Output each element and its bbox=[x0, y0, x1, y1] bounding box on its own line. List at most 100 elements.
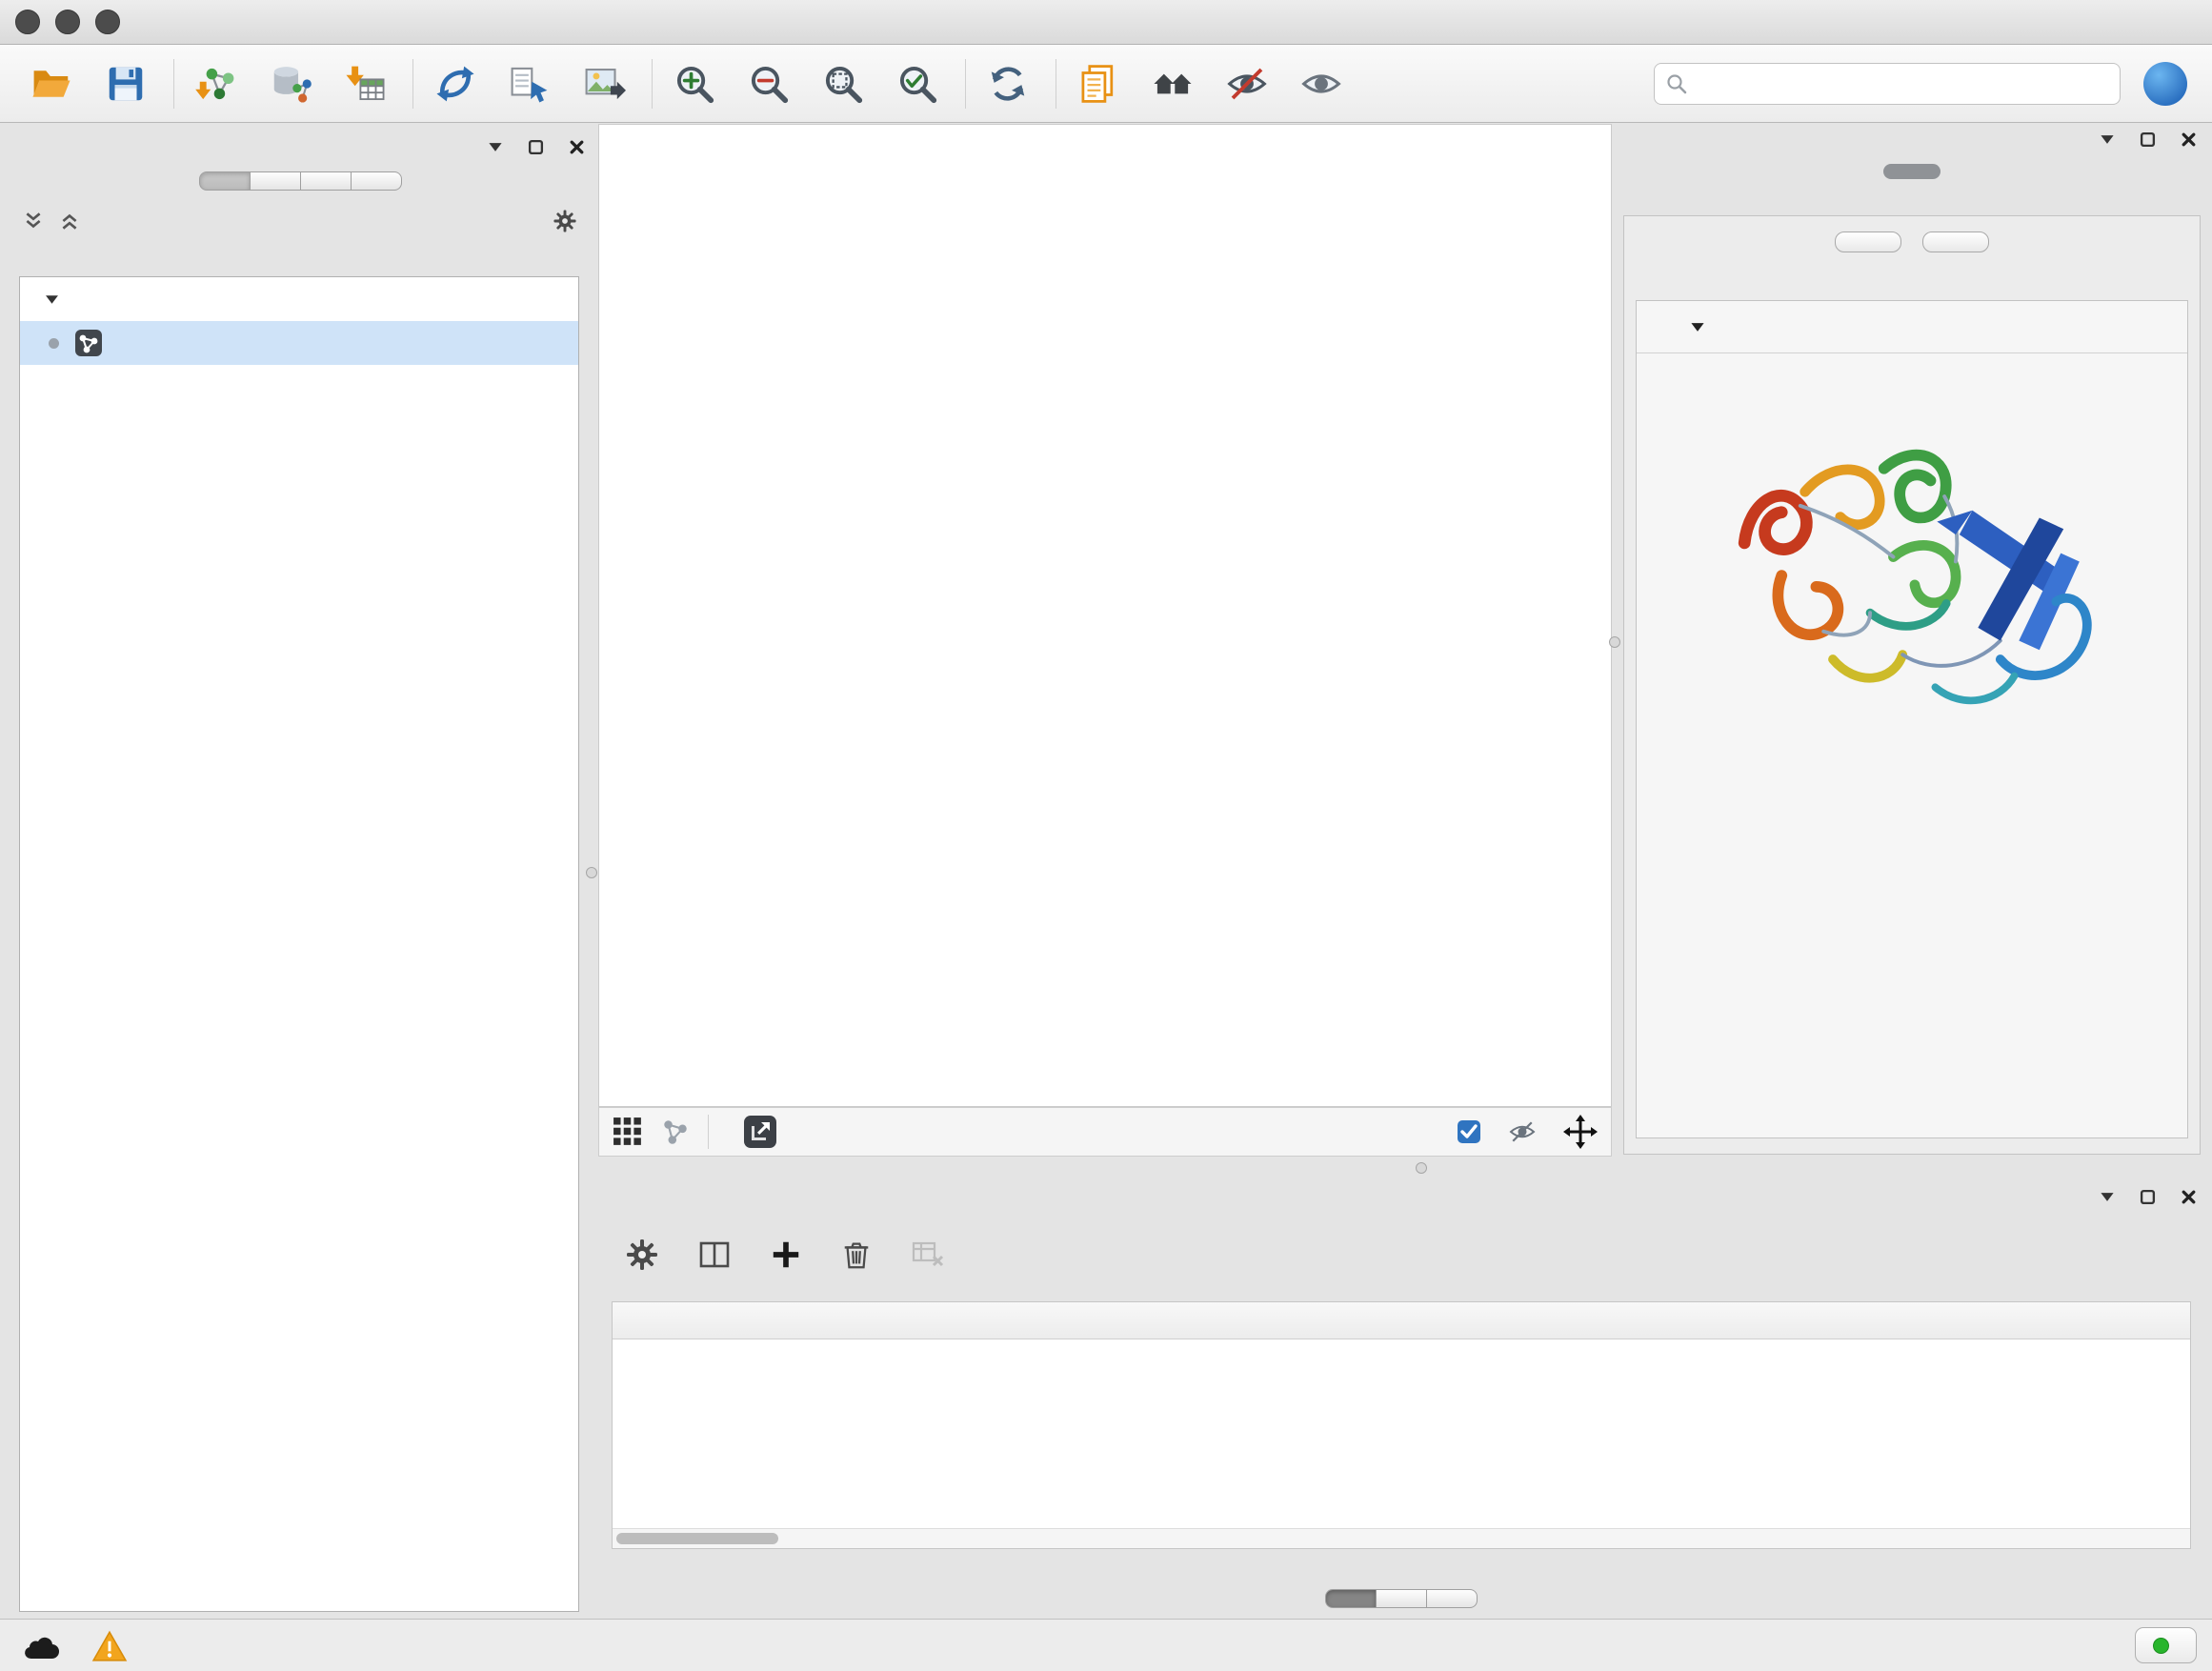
close-panel-icon[interactable] bbox=[2181, 131, 2197, 148]
zoom-fit-button[interactable] bbox=[816, 56, 870, 111]
control-panel bbox=[8, 131, 593, 1614]
collapse-section-icon[interactable] bbox=[1690, 322, 1705, 332]
import-network-file-button[interactable] bbox=[190, 56, 243, 111]
close-panel-icon[interactable] bbox=[569, 139, 585, 155]
toolbar-separator bbox=[412, 59, 413, 109]
scrollbar-thumb[interactable] bbox=[616, 1533, 778, 1544]
node-table bbox=[612, 1301, 2191, 1549]
collapse-all-button[interactable] bbox=[1922, 232, 1989, 252]
zoom-in-icon bbox=[673, 62, 716, 106]
selected-nodes-edges bbox=[1457, 1119, 1491, 1144]
tab-network-table[interactable] bbox=[1427, 1589, 1478, 1608]
protein-card-cdk1 bbox=[1636, 300, 2188, 1138]
tree-expand-icon[interactable] bbox=[45, 294, 59, 305]
window-minimize-button[interactable] bbox=[55, 10, 80, 34]
eye-icon bbox=[1299, 62, 1343, 106]
open-folder-icon bbox=[30, 62, 73, 106]
export-image-icon bbox=[582, 62, 626, 106]
zoom-out-button[interactable] bbox=[742, 56, 795, 111]
network-row[interactable] bbox=[20, 321, 578, 365]
protein-description bbox=[1637, 353, 2187, 367]
float-panel-icon[interactable] bbox=[488, 142, 503, 152]
table-settings-gear-icon[interactable] bbox=[625, 1238, 659, 1272]
memory-button[interactable] bbox=[2135, 1627, 2197, 1663]
zoom-out-icon bbox=[747, 62, 791, 106]
tab-style[interactable] bbox=[251, 171, 301, 191]
network-tools-button[interactable] bbox=[429, 56, 482, 111]
maximize-panel-icon[interactable] bbox=[528, 139, 544, 155]
collapse-all-icon[interactable] bbox=[23, 211, 44, 232]
expand-all-button[interactable] bbox=[1835, 232, 1901, 252]
network-collection-row[interactable] bbox=[20, 277, 578, 321]
search-box[interactable] bbox=[1654, 63, 2121, 105]
window-controls bbox=[15, 10, 120, 34]
crosslink-row-uniprot bbox=[1637, 805, 2187, 818]
crosslink-row-compartments bbox=[1637, 832, 2187, 845]
hidden-nodes-edges bbox=[1508, 1117, 1546, 1146]
copy-document-button[interactable] bbox=[1072, 56, 1125, 111]
gear-icon[interactable] bbox=[553, 209, 577, 233]
help-button[interactable] bbox=[2143, 62, 2187, 106]
export-view-icon[interactable] bbox=[741, 1113, 779, 1151]
tab-string-results[interactable] bbox=[1883, 164, 1941, 179]
home-views-button[interactable] bbox=[1146, 56, 1199, 111]
blue-arrows-icon bbox=[433, 62, 477, 106]
protein-card-header[interactable] bbox=[1637, 301, 2187, 353]
table-type-tabs bbox=[1325, 1589, 1478, 1608]
zoom-in-button[interactable] bbox=[668, 56, 721, 111]
search-input[interactable] bbox=[1697, 71, 2108, 96]
grid-view-icon[interactable] bbox=[613, 1117, 643, 1147]
add-column-icon[interactable] bbox=[770, 1238, 802, 1271]
tab-sets[interactable] bbox=[352, 171, 402, 191]
zoom-selected-button[interactable] bbox=[891, 56, 944, 111]
network-edges-layer bbox=[599, 125, 1611, 1106]
control-panel-header bbox=[8, 131, 593, 166]
main-toolbar bbox=[0, 45, 2212, 123]
new-network-from-selection-button[interactable] bbox=[503, 56, 556, 111]
apply-layout-button[interactable] bbox=[981, 56, 1035, 111]
show-columns-icon[interactable] bbox=[697, 1238, 732, 1272]
float-panel-icon[interactable] bbox=[2100, 1192, 2115, 1202]
zoom-fit-icon bbox=[821, 62, 865, 106]
show-graphics-button[interactable] bbox=[1295, 56, 1348, 111]
maximize-panel-icon[interactable] bbox=[2140, 1189, 2156, 1205]
tab-node-table[interactable] bbox=[1325, 1589, 1377, 1608]
splitter-handle-bottom[interactable] bbox=[1416, 1162, 1427, 1174]
toolbar-separator bbox=[173, 59, 174, 109]
delete-column-icon[interactable] bbox=[840, 1238, 873, 1271]
splitter-handle-left[interactable] bbox=[586, 867, 597, 878]
open-session-button[interactable] bbox=[25, 56, 78, 111]
table-horizontal-scrollbar[interactable] bbox=[613, 1528, 2190, 1548]
window-close-button[interactable] bbox=[15, 10, 40, 34]
toolbar-separator bbox=[652, 59, 653, 109]
cloud-status-icon[interactable] bbox=[19, 1632, 63, 1661]
tab-edge-table[interactable] bbox=[1377, 1589, 1427, 1608]
export-image-button[interactable] bbox=[577, 56, 631, 111]
delete-table-icon-disabled bbox=[911, 1238, 945, 1272]
selected-checkbox-icon[interactable] bbox=[1457, 1119, 1481, 1144]
zoom-selected-icon bbox=[895, 62, 939, 106]
status-bar bbox=[0, 1619, 2212, 1671]
network-overview-icon[interactable] bbox=[660, 1117, 691, 1147]
hide-graphics-button[interactable] bbox=[1220, 56, 1274, 111]
maximize-panel-icon[interactable] bbox=[2140, 131, 2156, 148]
import-network-database-button[interactable] bbox=[264, 56, 317, 111]
splitter-handle-right[interactable] bbox=[1609, 636, 1620, 648]
hidden-eye-icon[interactable] bbox=[1508, 1117, 1537, 1146]
control-panel-tabs bbox=[8, 171, 593, 191]
toolbar-separator bbox=[708, 1115, 709, 1149]
close-panel-icon[interactable] bbox=[2181, 1189, 2197, 1205]
refresh-icon bbox=[986, 62, 1030, 106]
string-network-icon bbox=[74, 329, 103, 357]
import-table-button[interactable] bbox=[338, 56, 392, 111]
tab-network[interactable] bbox=[199, 171, 251, 191]
table-panel-header bbox=[598, 1181, 2204, 1216]
window-zoom-button[interactable] bbox=[95, 10, 120, 34]
tab-select[interactable] bbox=[301, 171, 352, 191]
expand-all-icon[interactable] bbox=[59, 211, 80, 232]
pan-crosshair-icon[interactable] bbox=[1563, 1115, 1598, 1149]
network-view-canvas[interactable] bbox=[598, 124, 1612, 1107]
warnings-icon[interactable] bbox=[91, 1630, 128, 1662]
save-session-button[interactable] bbox=[99, 56, 152, 111]
float-panel-icon[interactable] bbox=[2100, 134, 2115, 145]
